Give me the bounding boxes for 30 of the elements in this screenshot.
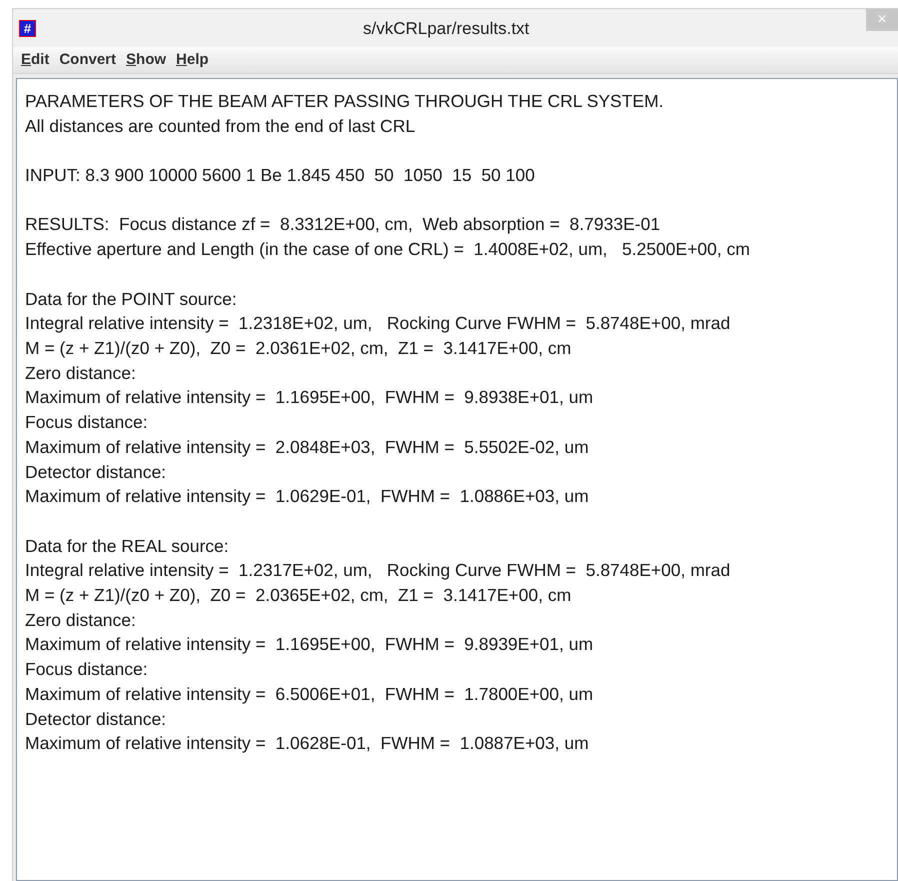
text-line: Zero distance: — [25, 608, 136, 632]
menu-item[interactable]: Show — [122, 51, 170, 69]
text-line: Focus distance: — [25, 658, 148, 682]
text-line: RESULTS: Focus distance zf = 8.3312E+00, cm, Web absorption = 8.7933E-01 — [25, 213, 660, 236]
text-line: Maximum of relative intensity = 1.0628E-01, FWHM = 1.0887E+03, um — [25, 732, 589, 756]
app-icon: # — [19, 20, 36, 36]
window-title: s/vkCRLpar/results.txt — [363, 19, 530, 39]
text-line: Maximum of relative intensity = 1.0629E-01, FWHM = 1.0886E+03, um — [25, 485, 589, 508]
text-line: PARAMETERS OF THE BEAM AFTER PASSING THROUGH THE CRL SYSTEM. — [25, 90, 664, 113]
text-line: Focus distance: — [25, 411, 148, 434]
text-line: Zero distance: — [25, 362, 136, 385]
text-line: Effective aperture and Length (in the case of one CRL) = 1.4008E+02, um, 5.2500E+00, cm — [25, 238, 750, 262]
text-line: Integral relative intensity = 1.2318E+02, um, Rocking Curve FWHM = 5.8748E+00, mrad — [25, 312, 730, 336]
text-line: Data for the POINT source: — [25, 288, 237, 311]
text-area[interactable] — [16, 78, 898, 881]
menu-item[interactable]: Convert — [55, 51, 120, 69]
text-line: Detector distance: — [25, 708, 166, 731]
text-line: M = (z + Z1)/(z0 + Z0), Z0 = 2.0365E+02, cm, Z1 = 3.1417E+00, cm — [25, 584, 572, 607]
text-line: Detector distance: — [25, 460, 166, 484]
text-line: All distances are counted from the end of last CRL — [25, 114, 416, 138]
text-line: INPUT: 8.3 900 10000 5600 1 Be 1.845 450 50 1050 15 50 100 — [25, 164, 535, 188]
text-line: Maximum of relative intensity = 6.5006E+01, FWHM = 1.7800E+00, um — [25, 682, 594, 706]
text-line: Maximum of relative intensity = 2.0848E+03, FWHM = 5.5502E-02, um — [25, 436, 589, 459]
menu-item[interactable]: Help — [172, 51, 213, 69]
text-line: Integral relative intensity = 1.2317E+02, um, Rocking Curve FWHM = 5.8748E+00, mrad — [25, 559, 730, 582]
text-line: Data for the REAL source: — [25, 534, 229, 558]
text-line: M = (z + Z1)/(z0 + Z0), Z0 = 2.0361E+02, cm, Z1 = 3.1417E+00, cm — [25, 336, 572, 360]
text-line: Maximum of relative intensity = 1.1695E+00, FWHM = 9.8939E+01, um — [25, 633, 594, 656]
menu-item[interactable]: Edit — [17, 51, 54, 69]
text-line: Maximum of relative intensity = 1.1695E+00, FWHM = 9.8938E+01, um — [25, 386, 594, 410]
